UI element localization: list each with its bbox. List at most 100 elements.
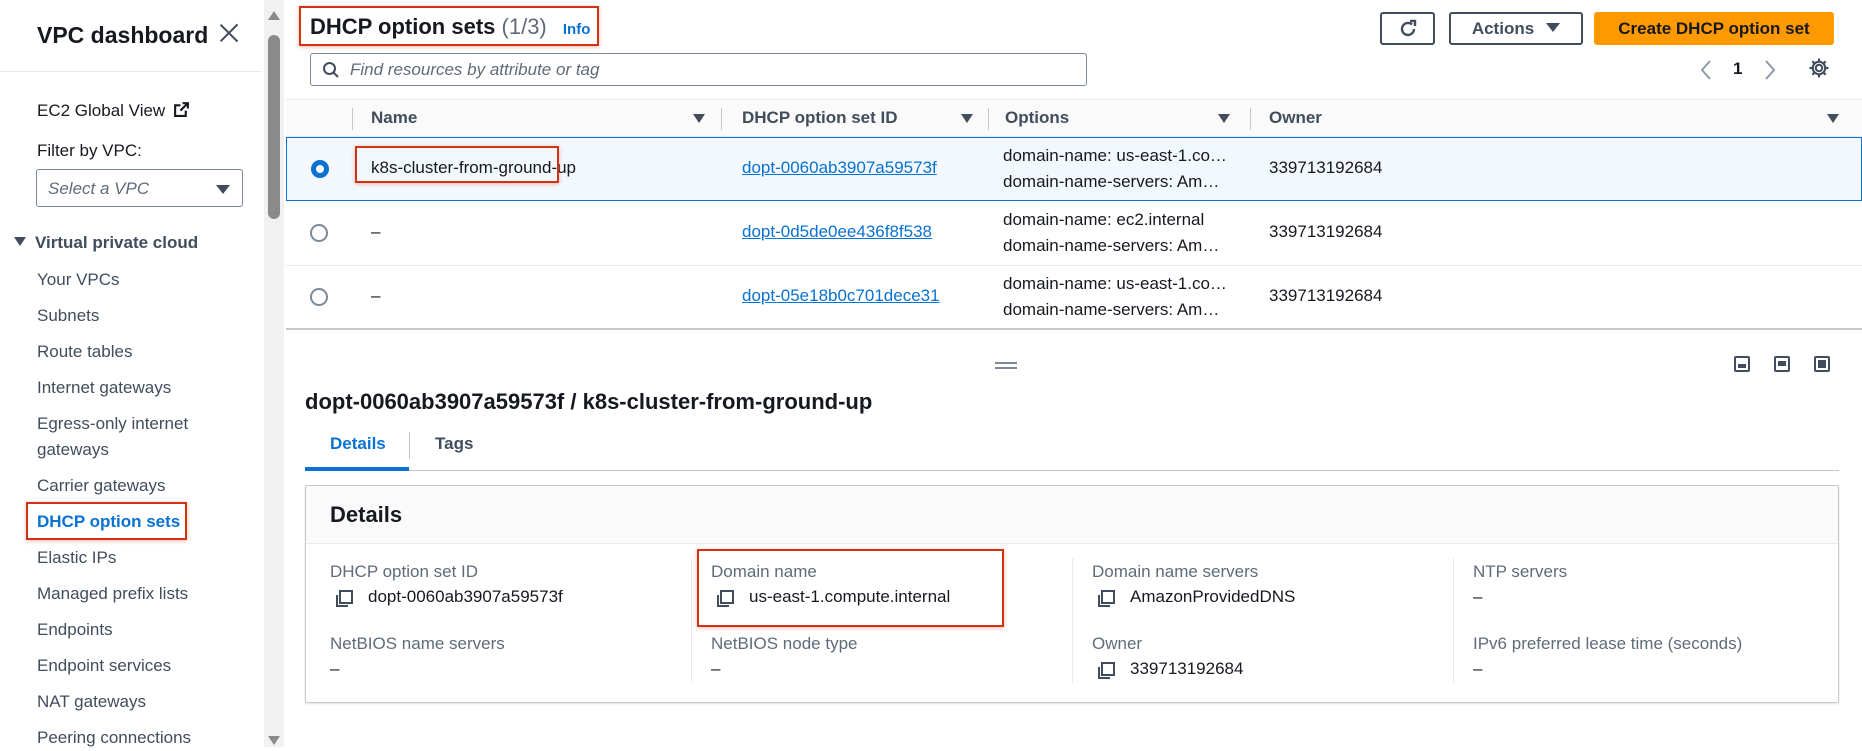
page-title: DHCP option sets (1/3) Info	[310, 14, 590, 40]
field-value: dopt-0060ab3907a59573f	[368, 587, 563, 606]
table-row[interactable]: – dopt-0d5de0ee436f8f538 domain-name: ec…	[286, 202, 1862, 266]
search-placeholder: Find resources by attribute or tag	[350, 60, 600, 79]
filter-by-vpc-label: Filter by VPC:	[37, 141, 142, 160]
external-link-icon	[174, 102, 190, 117]
row-name: k8s-cluster-from-ground-up	[371, 158, 577, 177]
sidebar-item-elastic-ips[interactable]: Elastic IPs	[37, 545, 116, 571]
sidebar-item-subnets[interactable]: Subnets	[37, 303, 99, 329]
page-title-text: DHCP option sets	[310, 14, 496, 39]
copy-icon[interactable]	[335, 590, 353, 608]
search-icon	[323, 62, 339, 78]
field-label: DHCP option set ID	[330, 562, 479, 581]
column-separator	[1072, 558, 1073, 683]
create-dhcp-option-set-button[interactable]: Create DHCP option set	[1594, 12, 1834, 45]
search-input[interactable]: Find resources by attribute or tag	[310, 53, 1087, 86]
row-id-link[interactable]: dopt-0d5de0ee436f8f538	[742, 222, 932, 242]
field-value: –	[1473, 587, 1483, 606]
row-options: domain-name: us-east-1.co… domain-name-s…	[1003, 143, 1233, 195]
close-icon[interactable]	[216, 20, 242, 46]
section-virtual-private-cloud[interactable]: Virtual private cloud	[14, 233, 198, 253]
panel-bottom-icon[interactable]	[1734, 356, 1750, 372]
chevron-right-icon[interactable]	[1760, 58, 1780, 82]
table-header: Name DHCP option set ID Options Owner	[286, 99, 1862, 137]
copy-icon[interactable]	[716, 590, 734, 608]
sort-caret-icon[interactable]	[1218, 114, 1230, 123]
column-separator	[691, 558, 692, 683]
column-header-owner[interactable]: Owner	[1269, 108, 1322, 128]
row-id-link[interactable]: dopt-05e18b0c701dece31	[742, 286, 940, 306]
sidebar-divider	[0, 71, 262, 72]
sidebar-item-route-tables[interactable]: Route tables	[37, 339, 132, 365]
caret-down-icon	[1546, 23, 1561, 32]
row-id-link[interactable]: dopt-0060ab3907a59573f	[742, 158, 937, 178]
sidebar-item-your-vpcs[interactable]: Your VPCs	[37, 267, 120, 293]
sidebar-item-endpoint-services[interactable]: Endpoint services	[37, 653, 171, 679]
field-value: us-east-1.compute.internal	[749, 587, 951, 606]
copy-icon[interactable]	[1097, 662, 1115, 680]
scrollbar-thumb[interactable]	[268, 35, 280, 219]
field-value: –	[330, 659, 340, 678]
panel-expand-icon[interactable]	[1774, 356, 1790, 372]
active-tab-indicator	[305, 467, 409, 471]
field-value: –	[711, 659, 721, 678]
row-option-line: domain-name: us-east-1.co…	[1003, 274, 1227, 293]
tab-details[interactable]: Details	[330, 434, 386, 454]
column-separator	[988, 108, 989, 130]
sidebar-item-endpoints[interactable]: Endpoints	[37, 617, 113, 643]
column-header-options[interactable]: Options	[1005, 108, 1069, 128]
refresh-button[interactable]	[1380, 12, 1435, 45]
split-panel-border	[286, 328, 1862, 330]
row-owner: 339713192684	[1269, 286, 1383, 305]
row-owner: 339713192684	[1269, 158, 1383, 177]
sidebar-item-nat-gateways[interactable]: NAT gateways	[37, 689, 146, 715]
column-header-name[interactable]: Name	[371, 108, 417, 128]
row-radio[interactable]	[311, 160, 329, 178]
sidebar-item-egress-only-internet-gateways-line2[interactable]: gateways	[37, 437, 109, 463]
page-number[interactable]: 1	[1733, 59, 1742, 79]
sidebar-item-peering-connections[interactable]: Peering connections	[37, 725, 191, 751]
row-name: –	[371, 222, 381, 241]
copy-icon[interactable]	[1097, 590, 1115, 608]
details-card-header: Details	[306, 486, 1838, 544]
panel-side-icon[interactable]	[1814, 356, 1830, 372]
sidebar-item-dhcp-option-sets[interactable]: DHCP option sets	[37, 509, 180, 535]
sidebar-item-carrier-gateways[interactable]: Carrier gateways	[37, 473, 166, 499]
info-link[interactable]: Info	[563, 21, 591, 38]
settings-icon[interactable]	[1808, 57, 1830, 79]
table-row[interactable]: k8s-cluster-from-ground-up dopt-0060ab39…	[286, 137, 1862, 201]
dhcp-option-sets-table: Name DHCP option set ID Options Owner k8…	[286, 99, 1862, 330]
column-separator	[352, 108, 353, 130]
details-card: Details DHCP option set ID dopt-0060ab39…	[305, 485, 1839, 703]
row-radio[interactable]	[310, 288, 328, 306]
resize-handle[interactable]	[995, 362, 1017, 370]
column-separator	[721, 108, 722, 130]
field-label: NTP servers	[1473, 562, 1568, 581]
column-separator	[1250, 108, 1251, 130]
row-options: domain-name: us-east-1.co… domain-name-s…	[1003, 271, 1233, 323]
tab-tags[interactable]: Tags	[435, 434, 473, 454]
row-radio[interactable]	[310, 224, 328, 242]
sort-caret-icon[interactable]	[693, 114, 705, 123]
table-row[interactable]: – dopt-05e18b0c701dece31 domain-name: us…	[286, 266, 1862, 330]
sidebar-item-internet-gateways[interactable]: Internet gateways	[37, 375, 171, 401]
caret-down-icon	[14, 237, 26, 246]
vpc-filter-placeholder: Select a VPC	[48, 179, 150, 198]
chevron-left-icon[interactable]	[1696, 58, 1716, 82]
sidebar-item-egress-only-internet-gateways[interactable]: Egress-only internet	[37, 411, 188, 437]
sort-caret-icon[interactable]	[961, 114, 973, 123]
sort-caret-icon[interactable]	[1827, 114, 1839, 123]
scroll-up-arrow-icon[interactable]	[268, 11, 280, 20]
row-option-line: domain-name: ec2.internal	[1003, 210, 1205, 229]
scroll-down-arrow-icon[interactable]	[268, 736, 280, 745]
vpc-filter-select[interactable]: Select a VPC	[36, 169, 243, 207]
actions-button[interactable]: Actions	[1449, 12, 1583, 45]
detail-title: dopt-0060ab3907a59573f / k8s-cluster-fro…	[305, 389, 873, 414]
field-label: NetBIOS name servers	[330, 634, 505, 653]
column-header-id[interactable]: DHCP option set ID	[742, 108, 898, 128]
row-owner: 339713192684	[1269, 222, 1383, 241]
row-option-line: domain-name-servers: Am…	[1003, 172, 1220, 191]
ec2-global-view-link[interactable]: EC2 Global View	[37, 101, 190, 121]
field-label: Domain name servers	[1092, 562, 1259, 581]
row-option-line: domain-name-servers: Am…	[1003, 300, 1220, 319]
sidebar-item-managed-prefix-lists[interactable]: Managed prefix lists	[37, 581, 188, 607]
